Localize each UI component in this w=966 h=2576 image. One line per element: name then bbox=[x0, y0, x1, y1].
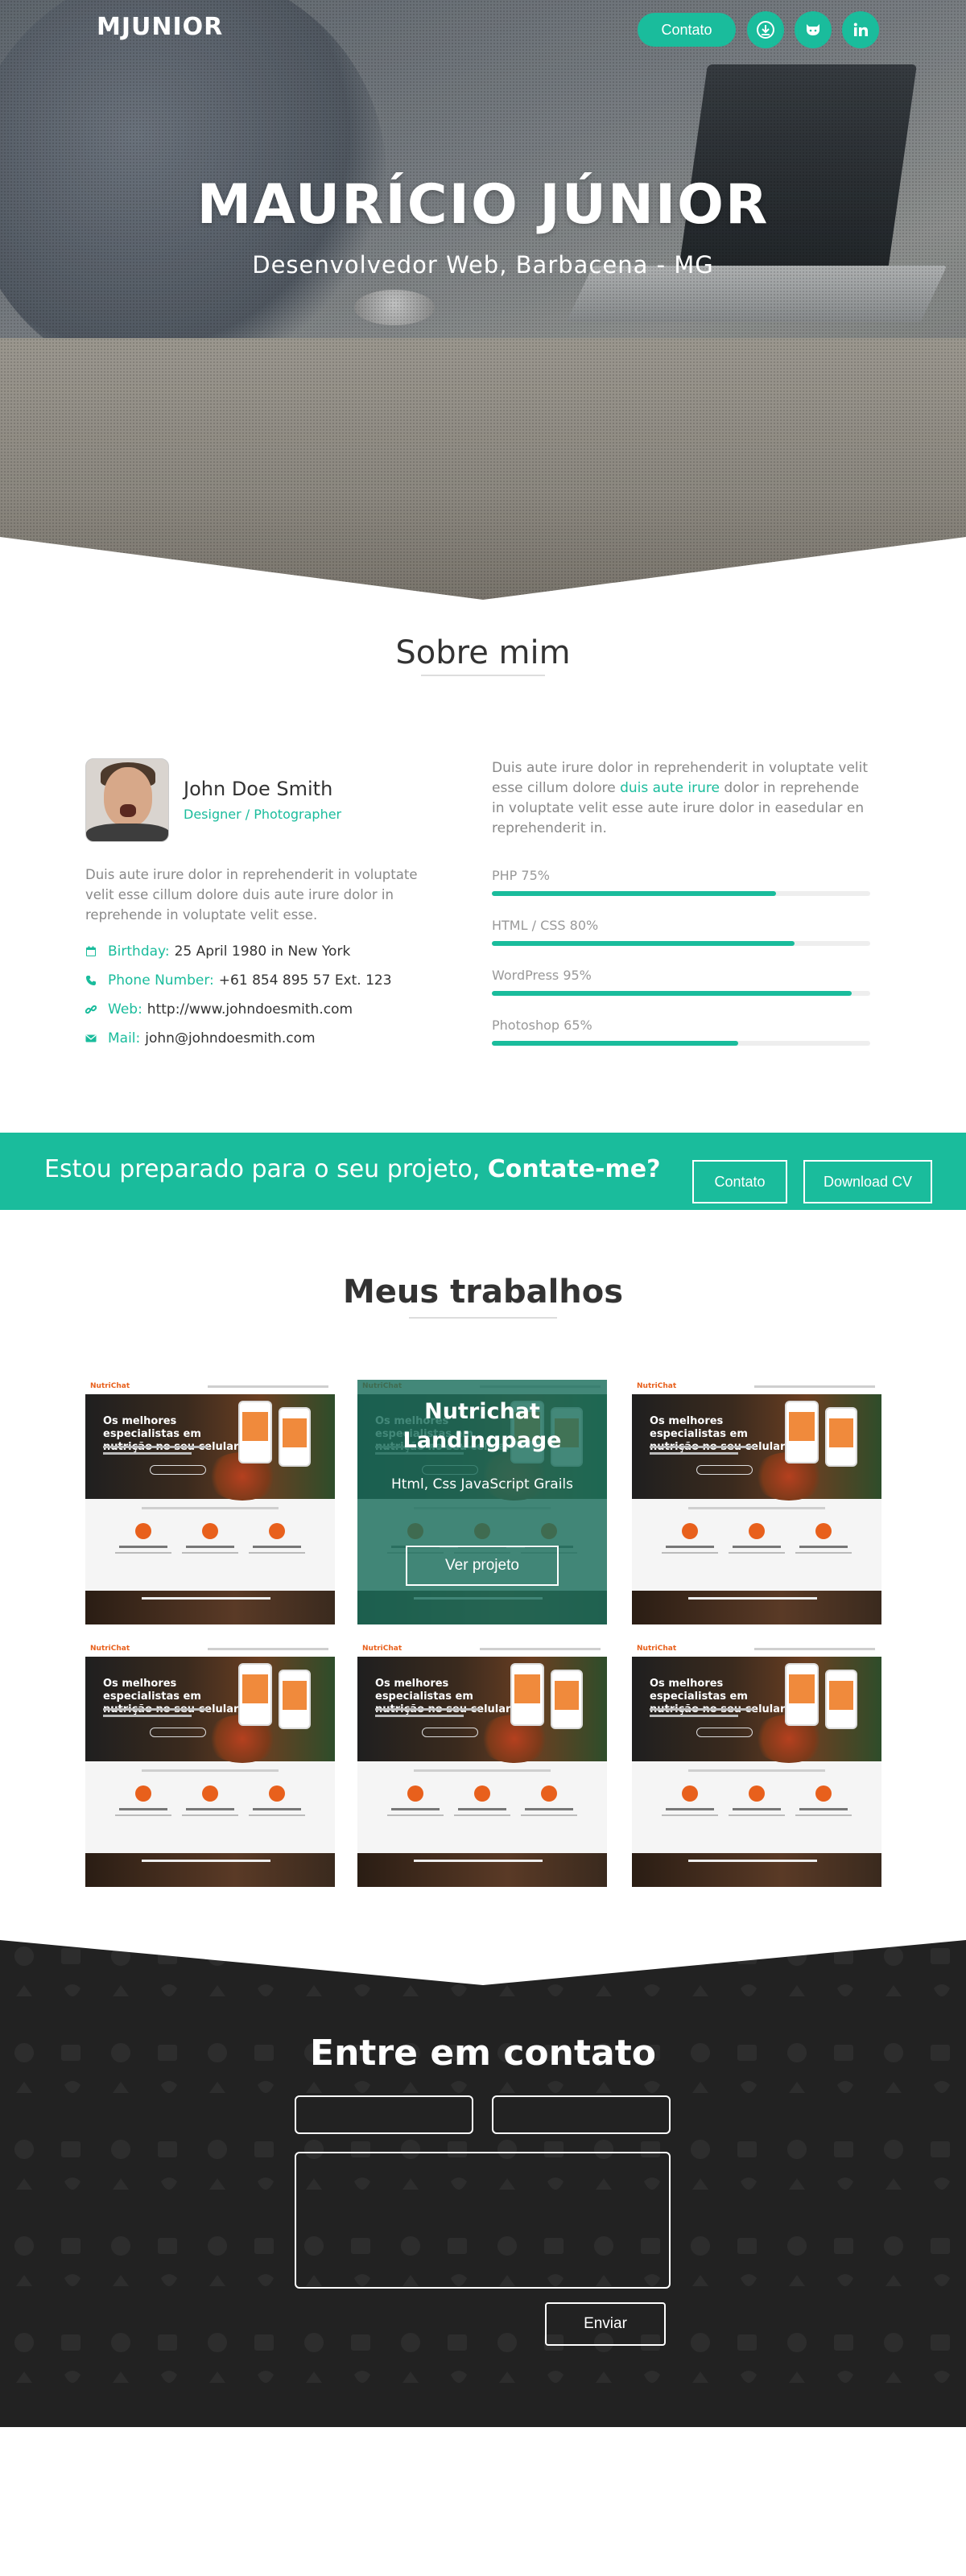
thumb-logo: NutriChat bbox=[637, 1382, 677, 1390]
cta-text-bold: Contate-me? bbox=[487, 1155, 661, 1183]
contact-section: Entre em contato Enviar bbox=[0, 1932, 966, 2427]
about-highlight-link[interactable]: duis aute irure bbox=[620, 780, 720, 796]
thumb-logo: NutriChat bbox=[637, 1645, 677, 1653]
skill-fill bbox=[492, 1041, 738, 1046]
skill-track bbox=[492, 1041, 870, 1046]
info-value: +61 854 895 57 Ext. 123 bbox=[218, 972, 392, 989]
works-title-underline bbox=[409, 1317, 557, 1319]
info-value[interactable]: john@johndoesmith.com bbox=[145, 1030, 315, 1046]
email-input[interactable] bbox=[492, 2095, 671, 2134]
avatar bbox=[85, 758, 169, 842]
info-value: 25 April 1980 in New York bbox=[174, 943, 351, 960]
info-web: Web: http://www.johndoesmith.com bbox=[85, 1001, 353, 1018]
thumb-logo: NutriChat bbox=[90, 1645, 130, 1653]
skill-bar: PHP 75% bbox=[492, 868, 870, 896]
cta-text: Estou preparado para o seu projeto, Cont… bbox=[44, 1155, 661, 1183]
site-logo[interactable]: MJUNIOR bbox=[97, 13, 223, 41]
hero-subtitle: Desenvolvedor Web, Barbacena - MG bbox=[252, 251, 714, 279]
work-thumbnail[interactable]: NutriChatOs melhores especialistas em nu… bbox=[85, 1642, 335, 1887]
cta-banner: Estou preparado para o seu projeto, Cont… bbox=[0, 1133, 966, 1210]
work-thumbnail[interactable]: NutriChatOs melhores especialistas em nu… bbox=[85, 1380, 335, 1624]
info-value[interactable]: http://www.johndoesmith.com bbox=[147, 1001, 353, 1018]
info-mail: Mail: john@johndoesmith.com bbox=[85, 1030, 316, 1046]
calendar-icon bbox=[85, 946, 97, 957]
skill-label: WordPress 95% bbox=[492, 968, 592, 983]
skill-track bbox=[492, 891, 870, 896]
linkedin-icon[interactable] bbox=[842, 11, 879, 48]
skill-label: Photoshop 65% bbox=[492, 1018, 592, 1033]
mail-icon bbox=[85, 1033, 97, 1044]
hero-title: MAURÍCIO JÚNIOR bbox=[196, 173, 770, 237]
info-label: Birthday: bbox=[108, 943, 170, 960]
github-icon[interactable] bbox=[795, 11, 832, 48]
header-contact-button[interactable]: Contato bbox=[638, 13, 736, 47]
about-description: Duis aute irure dolor in reprehenderit i… bbox=[492, 760, 869, 836]
profile-role: Designer / Photographer bbox=[184, 807, 342, 822]
skill-bar: Photoshop 65% bbox=[492, 1018, 870, 1046]
info-label: Mail: bbox=[108, 1030, 141, 1046]
profile-bio: Duis aute irure dolor in reprehenderit i… bbox=[85, 867, 418, 923]
about-section-title: Sobre mim bbox=[395, 634, 571, 671]
contact-title: Entre em contato bbox=[310, 2033, 656, 2074]
hero-banner: MJUNIOR Contato MAURÍCIO JÚNIOR Desenvol… bbox=[0, 0, 966, 600]
work-thumbnail[interactable]: NutriChatOs melhores especialistas em nu… bbox=[632, 1642, 881, 1887]
skill-label: PHP 75% bbox=[492, 868, 550, 883]
info-label: Web: bbox=[108, 1001, 142, 1018]
info-label: Phone Number: bbox=[108, 972, 214, 989]
thumb-logo: NutriChat bbox=[362, 1645, 402, 1653]
info-phone: Phone Number: +61 854 895 57 Ext. 123 bbox=[85, 972, 392, 989]
profile-name: John Doe Smith bbox=[184, 778, 333, 800]
hero-bottom-notch bbox=[0, 537, 966, 600]
work-title: Nutrichat Landingpage bbox=[402, 1399, 562, 1453]
contact-top-notch bbox=[0, 1932, 966, 1985]
works-section-title: Meus trabalhos bbox=[342, 1274, 624, 1311]
about-title-underline bbox=[421, 675, 545, 676]
skill-fill bbox=[492, 891, 776, 896]
send-button[interactable]: Enviar bbox=[545, 2302, 666, 2346]
skill-label: HTML / CSS 80% bbox=[492, 918, 599, 933]
work-thumbnail[interactable]: NutriChatOs melhores especialistas em nu… bbox=[357, 1380, 607, 1624]
cta-contact-button[interactable]: Contato bbox=[692, 1160, 787, 1203]
phone-icon bbox=[85, 975, 97, 986]
view-project-button[interactable]: Ver projeto bbox=[406, 1546, 559, 1586]
download-icon[interactable] bbox=[747, 11, 784, 48]
skill-track bbox=[492, 941, 870, 946]
message-textarea[interactable] bbox=[295, 2152, 671, 2289]
download-cv-button[interactable]: Download CV bbox=[803, 1160, 932, 1203]
work-tech: Html, Css JavaScript Grails bbox=[390, 1476, 574, 1492]
name-input[interactable] bbox=[295, 2095, 473, 2134]
link-icon bbox=[85, 1004, 97, 1015]
work-thumbnail[interactable]: NutriChatOs melhores especialistas em nu… bbox=[357, 1642, 607, 1887]
skill-bar: WordPress 95% bbox=[492, 968, 870, 996]
skill-fill bbox=[492, 991, 852, 996]
work-hover-overlay: Nutrichat Landingpage Html, Css JavaScrip… bbox=[357, 1380, 607, 1624]
skill-track bbox=[492, 991, 870, 996]
skill-bar: HTML / CSS 80% bbox=[492, 918, 870, 946]
work-thumbnail[interactable]: NutriChatOs melhores especialistas em nu… bbox=[632, 1380, 881, 1624]
thumb-logo: NutriChat bbox=[90, 1382, 130, 1390]
skill-fill bbox=[492, 941, 795, 946]
info-birthday: Birthday: 25 April 1980 in New York bbox=[85, 943, 350, 960]
